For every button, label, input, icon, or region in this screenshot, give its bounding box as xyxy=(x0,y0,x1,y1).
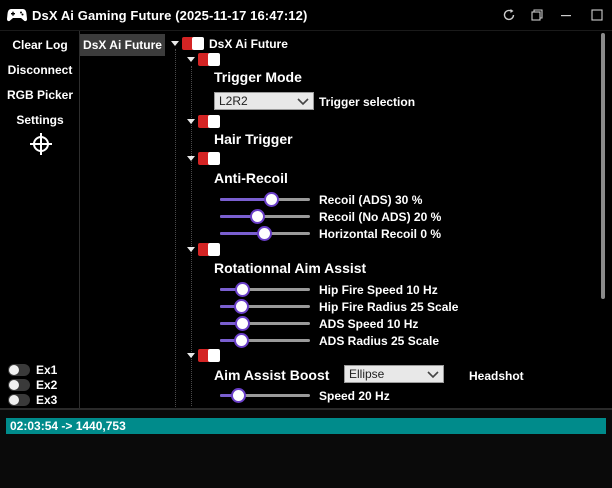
horizontal-recoil-label: Horizontal Recoil 0 % xyxy=(319,227,442,241)
rgb-picker-button[interactable]: RGB Picker xyxy=(0,88,80,102)
headshot-label: Headshot xyxy=(469,369,524,383)
maximize-button[interactable] xyxy=(584,4,610,26)
trigger-mode-checkbox[interactable] xyxy=(198,53,220,66)
ex3-label: Ex3 xyxy=(36,393,58,407)
disconnect-button[interactable]: Disconnect xyxy=(0,63,80,77)
hair-trigger-heading: Hair Trigger xyxy=(214,131,293,147)
ex2-toggle[interactable] xyxy=(8,379,30,391)
hip-fire-speed-slider[interactable] xyxy=(220,282,310,297)
ex3-toggle-row[interactable]: Ex3 xyxy=(8,393,57,407)
horizontal-recoil-slider[interactable] xyxy=(220,226,310,241)
ex1-toggle[interactable] xyxy=(8,364,30,376)
title-bar: DsX Ai Gaming Future (2025-11-17 16:47:1… xyxy=(0,0,612,31)
clear-log-button[interactable]: Clear Log xyxy=(0,38,80,52)
gamepad-icon xyxy=(7,9,27,22)
refresh-icon xyxy=(503,9,515,21)
anti-recoil-heading: Anti-Recoil xyxy=(214,170,288,186)
ex2-toggle-row[interactable]: Ex2 xyxy=(8,378,57,392)
aim-boost-heading: Aim Assist Boost xyxy=(214,367,330,383)
scrollbar-thumb[interactable] xyxy=(601,33,605,299)
expand-arrow-icon[interactable] xyxy=(187,156,195,161)
settings-button[interactable]: Settings xyxy=(0,113,80,127)
hip-fire-radius-slider[interactable] xyxy=(220,299,310,314)
ex1-toggle-row[interactable]: Ex1 xyxy=(8,363,57,377)
recoil-ads-label: Recoil (ADS) 30 % xyxy=(319,193,423,207)
tree-view: DsX Ai Future Trigger Mode L2R2 Trigger … xyxy=(166,31,612,408)
sidebar: Clear Log Disconnect RGB Picker Settings… xyxy=(0,31,80,408)
expand-arrow-icon[interactable] xyxy=(187,353,195,358)
tree-guide xyxy=(175,49,176,408)
expand-arrow-icon[interactable] xyxy=(171,41,179,46)
log-entry[interactable]: 02:03:54 -> 1440,753 xyxy=(6,418,606,434)
ex2-label: Ex2 xyxy=(36,378,58,392)
expand-arrow-icon[interactable] xyxy=(187,247,195,252)
anti-recoil-checkbox[interactable] xyxy=(198,152,220,165)
chevron-down-icon xyxy=(297,98,309,106)
tree-scrollbar[interactable] xyxy=(598,33,608,408)
aim-boost-shape-value: Ellipse xyxy=(349,367,385,381)
maximize-icon xyxy=(591,9,603,21)
hair-trigger-checkbox[interactable] xyxy=(198,115,220,128)
ex1-label: Ex1 xyxy=(36,363,58,377)
minimize-button[interactable] xyxy=(553,4,579,26)
ads-radius-slider[interactable] xyxy=(220,333,310,348)
aim-boost-shape-dropdown[interactable]: Ellipse xyxy=(344,365,444,383)
root-label: DsX Ai Future xyxy=(209,37,288,51)
ads-speed-slider[interactable] xyxy=(220,316,310,331)
ads-radius-label: ADS Radius 25 Scale xyxy=(319,334,440,348)
window-title: DsX Ai Gaming Future (2025-11-17 16:47:1… xyxy=(32,8,308,23)
restore-button[interactable] xyxy=(524,4,550,26)
trigger-selection-value: L2R2 xyxy=(219,94,248,108)
trigger-selection-label: Trigger selection xyxy=(319,95,416,109)
boost-speed-slider[interactable] xyxy=(220,388,310,403)
crosshair-icon[interactable] xyxy=(30,133,52,155)
hip-fire-radius-label: Hip Fire Radius 25 Scale xyxy=(319,300,459,314)
ads-speed-label: ADS Speed 10 Hz xyxy=(319,317,419,331)
expand-arrow-icon[interactable] xyxy=(187,57,195,62)
ex3-toggle[interactable] xyxy=(8,394,30,406)
aim-assist-checkbox[interactable] xyxy=(198,243,220,256)
chevron-down-icon xyxy=(427,371,439,379)
minimize-icon xyxy=(561,15,571,17)
recoil-no-ads-label: Recoil (No ADS) 20 % xyxy=(319,210,442,224)
boost-speed-label: Speed 20 Hz xyxy=(319,389,390,403)
recoil-no-ads-slider[interactable] xyxy=(220,209,310,224)
trigger-mode-heading: Trigger Mode xyxy=(214,69,302,85)
root-checkbox[interactable] xyxy=(182,37,204,50)
aim-boost-checkbox[interactable] xyxy=(198,349,220,362)
aim-assist-heading: Rotationnal Aim Assist xyxy=(214,260,367,276)
recoil-ads-slider[interactable] xyxy=(220,192,310,207)
log-panel: 02:03:54 -> 1440,753 xyxy=(0,408,612,488)
refresh-button[interactable] xyxy=(496,4,522,26)
trigger-selection-dropdown[interactable]: L2R2 xyxy=(214,92,314,110)
expand-arrow-icon[interactable] xyxy=(187,119,195,124)
hip-fire-speed-label: Hip Fire Speed 10 Hz xyxy=(319,283,438,297)
restore-window-icon xyxy=(531,9,543,21)
tab-dsx-ai-future[interactable]: DsX Ai Future xyxy=(80,34,165,56)
